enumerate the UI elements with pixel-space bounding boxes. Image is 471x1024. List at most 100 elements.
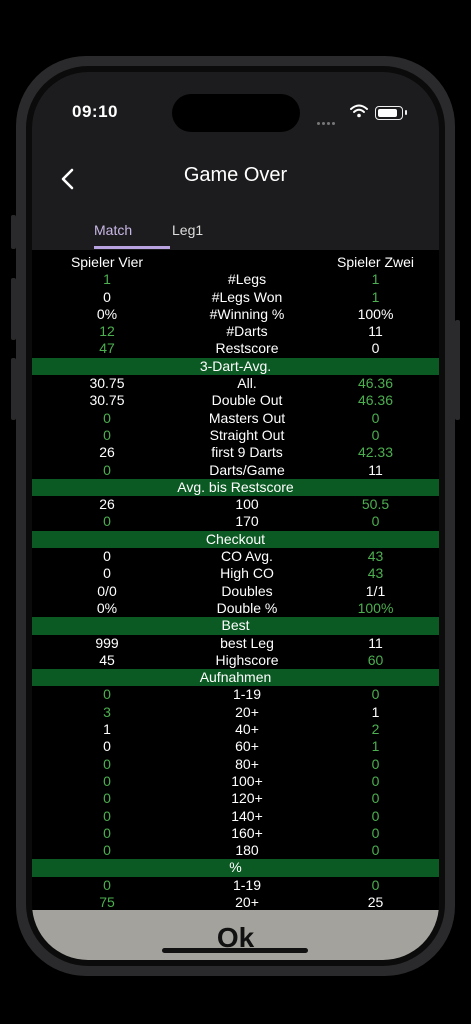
stat-row: 47 Restscore 0 (32, 340, 439, 357)
stat-right-value: 25 (367, 893, 384, 910)
stat-label: 170 (235, 513, 259, 530)
stat-row: 0 High CO 43 (32, 565, 439, 582)
stat-row: 45 Highscore 60 (32, 652, 439, 669)
phone-frame: 09:10 Game Over Match Leg1 Spieler Vier … (16, 56, 455, 976)
stat-label: #Legs (227, 271, 267, 288)
phone-bezel: 09:10 Game Over Match Leg1 Spieler Vier … (26, 66, 445, 966)
stat-label: 100+ (231, 772, 263, 789)
stat-left-value: 75 (99, 893, 115, 910)
stat-row: 0 60+ 1 (32, 738, 439, 755)
stat-label: 40+ (235, 721, 259, 738)
stat-row: 0 Straight Out 0 (32, 427, 439, 444)
stat-label: 80+ (235, 755, 259, 772)
stat-left-value: 0 (103, 513, 111, 530)
stat-left-value: 0 (103, 824, 111, 841)
stat-row: 0 Masters Out 0 (32, 410, 439, 427)
stat-right-value: 0 (371, 842, 380, 859)
stat-right-value: 100% (357, 305, 394, 322)
stat-label: Straight Out (209, 426, 285, 443)
stat-right-value: 100% (357, 599, 394, 616)
stat-left-value: 999 (95, 634, 119, 651)
stat-label: 60+ (235, 738, 259, 755)
screen: 09:10 Game Over Match Leg1 Spieler Vier … (32, 72, 439, 960)
stat-label: 20+ (235, 893, 259, 910)
stat-label: 180 (235, 842, 259, 859)
tab-match[interactable]: Match (94, 222, 132, 238)
power-button (455, 320, 460, 420)
stat-left-value: 12 (99, 323, 115, 340)
stat-left-value: 26 (99, 496, 115, 513)
stat-right-value: 1/1 (365, 582, 386, 599)
status-time: 09:10 (72, 102, 118, 121)
stat-label: best Leg (220, 634, 274, 651)
stat-row: 30.75 Double Out 46.36 (32, 392, 439, 409)
tab-leg1[interactable]: Leg1 (172, 222, 203, 238)
stat-row: 26 first 9 Darts 42.33 (32, 444, 439, 461)
stat-left-value: 0 (103, 686, 111, 703)
stat-right-value: 2 (371, 721, 380, 738)
stat-left-value: 0% (96, 305, 118, 322)
wifi-icon (350, 104, 368, 123)
cellular-signal-icon (317, 112, 337, 130)
stat-label: #Darts (226, 323, 268, 340)
stat-right-value: 0 (371, 772, 380, 789)
stat-label: 120+ (231, 790, 263, 807)
stat-right-value: 46.36 (357, 392, 394, 409)
stat-left-value: 30.75 (89, 392, 125, 409)
stat-left-value: 1 (103, 721, 111, 738)
stat-left-value: 0 (103, 565, 111, 582)
stat-row: 0 160+ 0 (32, 825, 439, 842)
stat-row: 0 #Legs Won 1 (32, 289, 439, 306)
section-header: Avg. bis Restscore (32, 478, 439, 497)
section-header: 3-Dart-Avg. (32, 357, 439, 376)
stat-row: 999 best Leg 11 (32, 635, 439, 652)
stat-right-value: 11 (368, 461, 383, 478)
stat-label: Darts/Game (209, 461, 285, 478)
stat-label: 100 (235, 496, 259, 513)
stat-right-value: 43 (367, 548, 384, 565)
stat-right-value: 0 (371, 426, 380, 443)
stat-left-value: 30.75 (89, 375, 125, 392)
stat-label: Double % (216, 599, 278, 616)
stat-label: Restscore (215, 340, 279, 357)
stat-right-value: 1 (371, 738, 380, 755)
stats-rows: 1 #Legs 1 0 #Legs Won 1 0% #Winning % 100% 12 #Dar… (32, 271, 439, 911)
stat-row: 0% #Winning % 100% (32, 306, 439, 323)
dynamic-island (172, 94, 300, 132)
stat-label: 1-19 (232, 876, 262, 893)
stat-label: first 9 Darts (211, 444, 283, 461)
stat-left-value: 0 (103, 288, 111, 305)
stat-right-value: 11 (368, 634, 383, 651)
stat-left-value: 0 (103, 409, 111, 426)
side-button (11, 215, 16, 249)
active-tab-indicator (94, 246, 170, 249)
stat-right-value: 43 (367, 565, 384, 582)
stat-label: #Legs Won (211, 288, 283, 305)
stat-label: 20+ (235, 703, 259, 720)
stat-right-value: 0 (371, 824, 380, 841)
stat-left-value: 0/0 (97, 582, 117, 599)
stat-row: 12 #Darts 11 (32, 323, 439, 340)
stat-right-value: 1 (371, 271, 380, 288)
stat-label: 1-19 (232, 686, 262, 703)
stat-row: 0 CO Avg. 43 (32, 548, 439, 565)
stat-left-value: 45 (99, 651, 115, 668)
volume-down-button (11, 358, 16, 420)
stat-row: 0 1-19 0 (32, 877, 439, 894)
section-header: Aufnahmen (32, 669, 439, 687)
player-left-name: Spieler Vier (70, 254, 144, 270)
stat-label: CO Avg. (221, 548, 273, 565)
stat-row: 0 Darts/Game 11 (32, 462, 439, 479)
stat-left-value: 0 (103, 461, 111, 478)
volume-up-button (11, 278, 16, 340)
stat-row: 0 80+ 0 (32, 756, 439, 773)
stat-right-value: 60 (367, 651, 384, 668)
stat-right-value: 0 (371, 686, 380, 703)
stat-left-value: 26 (99, 444, 115, 461)
section-header: Best (32, 617, 439, 635)
stat-left-value: 0% (96, 599, 118, 616)
stat-label: Highscore (215, 651, 279, 668)
stat-row: 30.75 All. 46.36 (32, 375, 439, 392)
stat-right-value: 0 (371, 409, 380, 426)
stat-left-value: 0 (103, 790, 111, 807)
